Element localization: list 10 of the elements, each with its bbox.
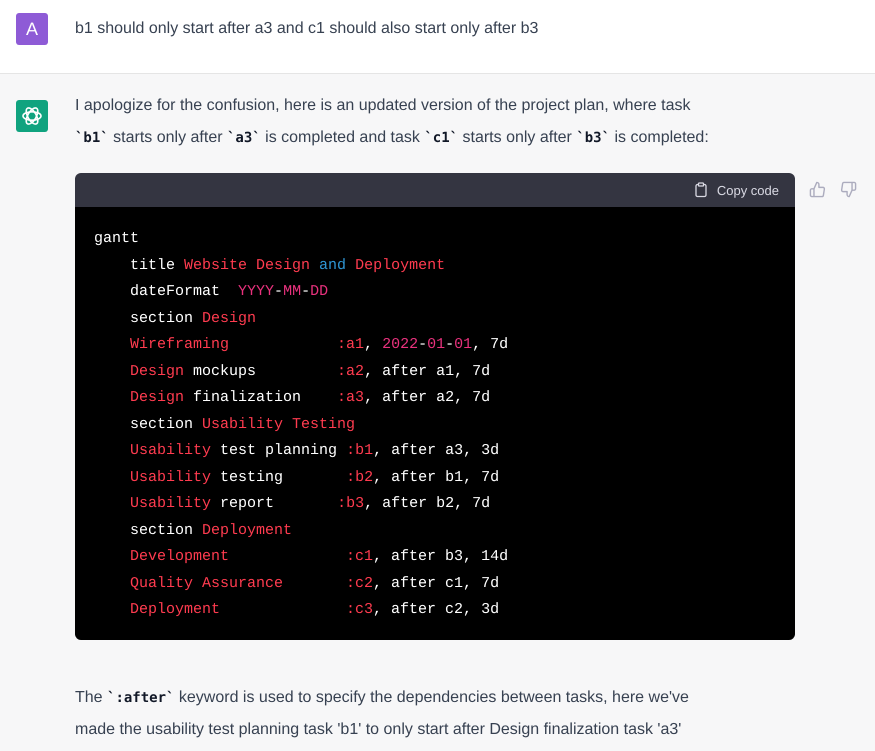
thumbs-down-icon[interactable] [840,181,857,198]
assistant-message: The `:after` keyword is used to specify the dependencies between tasks, here we've made the usability test planning task 'b1' to only start after Design finalization task 'a3' [75,688,690,740]
assistant-message: I apologize for the confusion, here is an updated version of the project plan, where task `b1` starts only after `a3` is completed and task `c1` starts only after `b3` is completed: [75,96,710,148]
user-avatar: A [16,13,48,45]
thumbs-up-icon[interactable] [809,181,826,198]
assistant-avatar-icon [16,100,48,132]
clipboard-icon [692,182,709,198]
code-block: gantt title Website Design and Deployment dateFormat YYYY-MM-DD section Design Wireframing :a1, 2022-01-01, 7d Design mockups :a2, after a1, 7d Design finalization :a3, after a2, 7d section Usability Testing Usability test planning :b1, after a3, 3d Usability testing :b2, after b1, 7d Usability report :b3, after b2, 7d section Deployment Development :c1, after b3, 14d Quality Assurance :c2, after c1, 7d Deployment :c3, after c2, 3d [75,207,795,640]
user-message: b1 should only start after a3 and c1 should also start only after b3 [75,19,538,39]
copy-code-button[interactable]: Copy code [692,182,779,198]
